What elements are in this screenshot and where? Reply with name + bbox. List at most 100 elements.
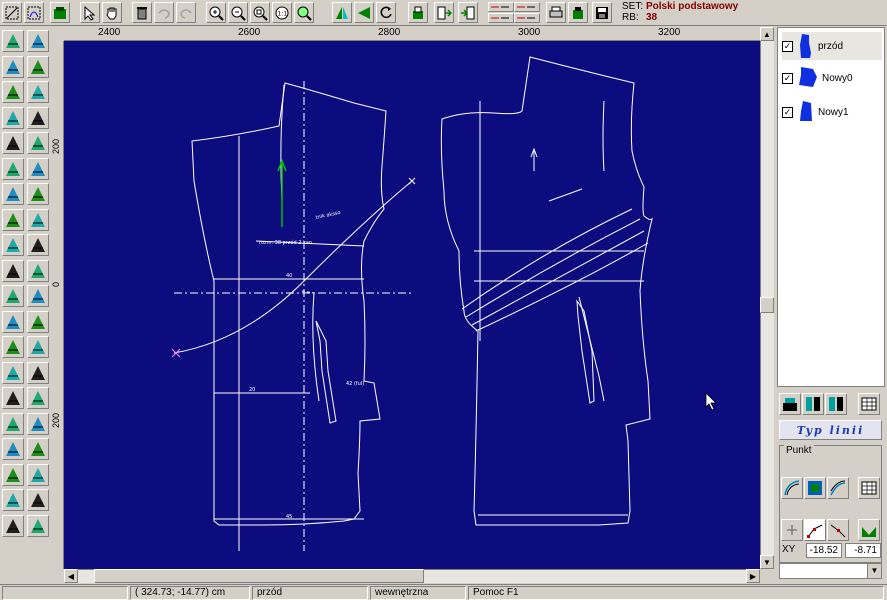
arrow-down-icon[interactable]	[2, 55, 24, 78]
hat-icon[interactable]	[27, 438, 49, 460]
fold-icon[interactable]	[27, 463, 49, 486]
layer-row-nowy0[interactable]: ✓ Nowy0	[782, 64, 882, 92]
zoom-1-1-icon[interactable]: 1:1	[272, 2, 292, 23]
select-lasso-icon[interactable]	[24, 2, 44, 23]
measure-icon[interactable]	[27, 132, 49, 154]
hand-tool-icon[interactable]	[2, 259, 24, 282]
seam-allowance-icon[interactable]	[27, 234, 49, 256]
mirror-vertical-icon[interactable]	[332, 2, 352, 23]
trash-icon[interactable]	[132, 2, 152, 23]
spread-icon[interactable]	[2, 387, 24, 409]
mirror-horizontal-icon[interactable]	[354, 2, 374, 23]
cross-arrow-icon[interactable]	[27, 336, 49, 358]
zoom-all-icon[interactable]	[294, 2, 314, 23]
slash-tool-icon[interactable]	[2, 310, 24, 333]
layer-checkbox[interactable]: ✓	[782, 106, 793, 118]
zoom-out-icon[interactable]	[228, 2, 248, 23]
arrow-up-double-icon[interactable]	[27, 30, 49, 52]
dart-icon[interactable]	[2, 412, 24, 435]
layer-copy-icon[interactable]	[825, 393, 847, 415]
scroll-left-icon[interactable]: ◀	[64, 569, 78, 583]
layer-row-nowy1[interactable]: ✓ Nowy1	[782, 98, 882, 126]
scissors-icon[interactable]	[2, 285, 24, 307]
compass-icon[interactable]	[2, 208, 24, 231]
grid-table-icon[interactable]	[858, 477, 880, 499]
line-style-combo[interactable]: ▼	[779, 563, 882, 579]
fill-tool-icon[interactable]	[804, 477, 826, 499]
zoom-window-icon[interactable]	[250, 2, 270, 23]
angle-tool-icon[interactable]	[2, 132, 24, 154]
zoom-in-icon[interactable]	[206, 2, 226, 23]
layer-up-icon[interactable]	[779, 393, 801, 415]
pentagon-icon[interactable]	[2, 438, 24, 460]
grade-icon[interactable]	[2, 234, 24, 256]
point-move-icon[interactable]	[827, 519, 849, 541]
horizontal-scrollbar[interactable]: ◀ ▶	[64, 569, 760, 583]
rotate-icon[interactable]	[376, 2, 396, 23]
layer-checkbox[interactable]: ✓	[782, 40, 793, 52]
split-icon[interactable]	[2, 361, 24, 384]
table-icon[interactable]	[858, 393, 880, 415]
vertical-scroll-thumb[interactable]	[760, 297, 774, 313]
status-help: Pomoc F1	[468, 586, 884, 600]
print-layer-icon[interactable]	[408, 2, 428, 23]
print-icon[interactable]	[546, 2, 566, 23]
rotate-point-icon[interactable]	[2, 157, 24, 180]
target-icon[interactable]	[27, 157, 49, 180]
export-icon[interactable]	[434, 2, 454, 23]
drawing-canvas[interactable]: tnik aksso rozm. 38 przód 2 kan. 40 20 4…	[64, 41, 760, 569]
ruler-triangle-icon[interactable]	[2, 183, 24, 205]
hand-pan-icon[interactable]	[102, 2, 122, 23]
select-rect-icon[interactable]	[2, 2, 22, 23]
arrow-down-double-icon[interactable]	[27, 55, 49, 78]
dart-arrow-icon[interactable]	[27, 412, 49, 435]
vertical-scrollbar[interactable]: ▲ ▼	[760, 27, 774, 569]
undo-icon[interactable]	[154, 2, 174, 23]
layer-checkbox[interactable]: ✓	[782, 72, 793, 84]
line-type-button[interactable]: Typ linii	[779, 420, 882, 440]
zigzag-icon[interactable]	[27, 514, 49, 537]
point-curve-icon[interactable]	[804, 519, 826, 541]
curve-offset-icon[interactable]	[827, 477, 849, 499]
grade-down-right-icon[interactable]	[514, 13, 540, 23]
horizontal-scroll-thumb[interactable]	[94, 569, 424, 583]
grade-box-icon[interactable]	[2, 463, 24, 486]
point-dart-icon[interactable]	[858, 519, 880, 541]
scroll-up-icon[interactable]: ▲	[760, 27, 774, 41]
grade-down-left-icon[interactable]	[488, 13, 514, 23]
scroll-down-icon[interactable]: ▼	[760, 555, 774, 569]
xy-y-value[interactable]: -8.71	[845, 543, 881, 558]
diagonal-tool-icon[interactable]	[27, 310, 49, 333]
status-layer: przód	[252, 586, 368, 600]
copy-piece-icon[interactable]	[2, 514, 24, 537]
xy-x-value[interactable]: -18.52	[806, 543, 842, 558]
pocket-icon[interactable]	[27, 387, 49, 409]
grade-up-right-icon[interactable]	[514, 2, 540, 12]
chevron-down-icon[interactable]: ▼	[867, 564, 881, 578]
layer-row-przod[interactable]: ✓ przód	[782, 32, 882, 60]
curve-join-icon[interactable]	[27, 259, 49, 282]
import-icon[interactable]	[458, 2, 478, 23]
pointer-icon[interactable]	[80, 2, 100, 23]
mirror-tool-icon[interactable]	[2, 336, 24, 358]
save-file-icon[interactable]	[592, 2, 612, 23]
cross-split-icon[interactable]	[27, 361, 49, 384]
pin-icon[interactable]	[27, 208, 49, 231]
line-draw-icon[interactable]	[2, 106, 24, 129]
curve-tool-icon[interactable]	[781, 477, 803, 499]
scissors-circle-icon[interactable]	[27, 183, 49, 205]
scroll-right-icon[interactable]: ▶	[746, 569, 760, 583]
redo-icon[interactable]	[176, 2, 196, 23]
plot-icon[interactable]	[568, 2, 588, 23]
dotted-line-icon[interactable]	[27, 106, 49, 129]
add-point-icon[interactable]	[781, 519, 803, 541]
grade-up-left-icon[interactable]	[488, 2, 514, 12]
arrow-down-green-icon[interactable]	[27, 489, 49, 511]
cut-cross-icon[interactable]	[27, 285, 49, 307]
arrow-up-icon[interactable]	[2, 30, 24, 52]
layer-down-icon[interactable]	[802, 393, 824, 415]
bezier-point-icon[interactable]	[27, 81, 49, 103]
save-layer-icon[interactable]	[50, 2, 70, 23]
cross-line-icon[interactable]	[2, 81, 24, 103]
arrow-right-green-icon[interactable]	[2, 489, 24, 511]
